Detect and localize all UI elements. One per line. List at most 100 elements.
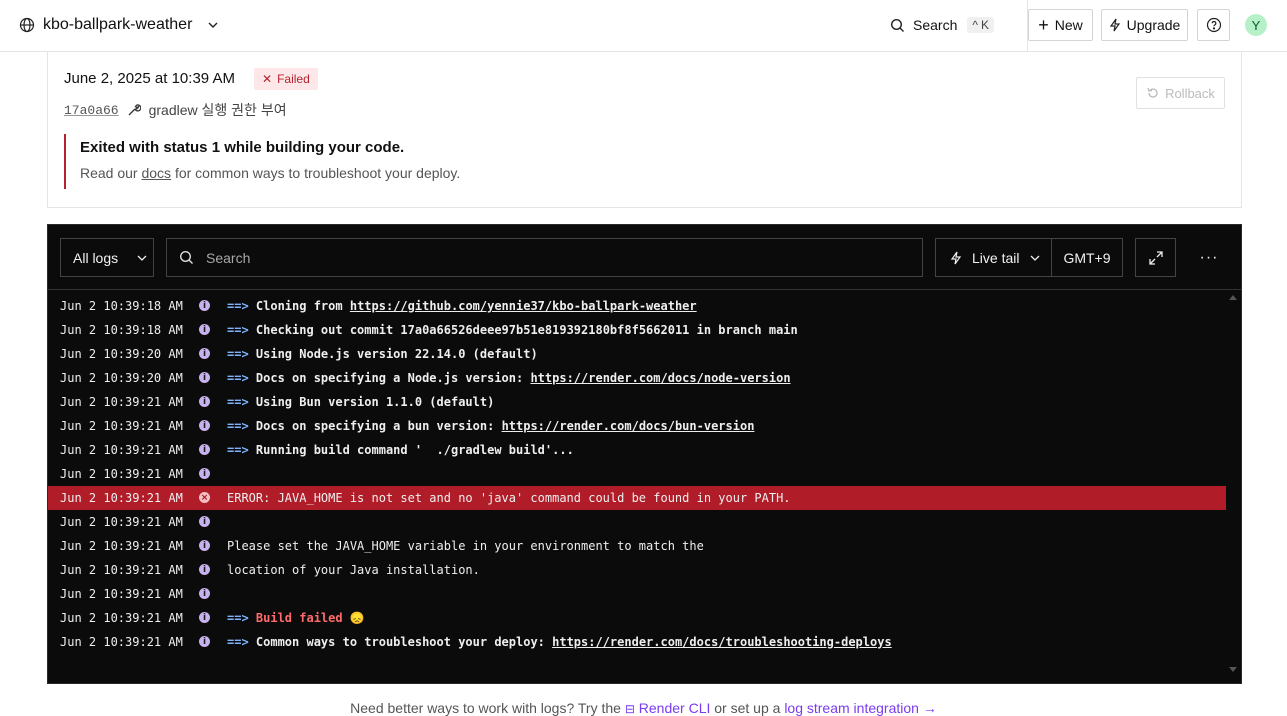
log-toolbar: All logs Search Live tail GMT+9 ··· <box>48 225 1241 290</box>
help-button[interactable] <box>1197 9 1230 41</box>
log-timestamp: Jun 2 10:39:21 AM <box>60 635 183 649</box>
deploy-datetime: June 2, 2025 at 10:39 AM <box>64 70 235 87</box>
wrench-icon <box>128 104 141 116</box>
log-line: Jun 2 10:39:21 AM i ==> Running build comm… <box>48 438 1241 462</box>
timezone-button[interactable]: GMT+9 <box>1052 250 1122 266</box>
status-badge: ✕ Failed <box>254 68 318 90</box>
log-timestamp: Jun 2 10:39:21 AM <box>60 611 183 625</box>
log-lines: Jun 2 10:39:18 AM i ==> Cloning from https… <box>48 294 1241 654</box>
log-panel: All logs Search Live tail GMT+9 ··· Jun … <box>47 224 1242 684</box>
log-link[interactable]: https://github.com/yennie37/kbo-ballpark… <box>350 299 697 313</box>
commit-hash-link[interactable]: 17a0a66 <box>64 103 119 118</box>
info-icon: i <box>199 468 210 479</box>
live-tail-button[interactable]: Live tail <box>936 239 1052 276</box>
search-shortcut: ^ K <box>967 17 995 33</box>
log-line: Jun 2 10:39:18 AM i ==> Checking out commi… <box>48 318 1241 342</box>
log-line: Jun 2 10:39:21 AM i <box>48 510 1241 534</box>
log-line: Jun 2 10:39:21 AM i ==> Using Bun version … <box>48 390 1241 414</box>
log-line: Jun 2 10:39:18 AM i ==> Cloning from https… <box>48 294 1241 318</box>
log-timestamp: Jun 2 10:39:21 AM <box>60 491 183 505</box>
log-search-placeholder: Search <box>206 249 251 266</box>
log-arrow: ==> <box>227 395 249 409</box>
new-button[interactable]: + New <box>1028 9 1093 41</box>
log-filter-select[interactable]: All logs <box>60 238 154 277</box>
log-link[interactable]: https://render.com/docs/node-version <box>530 371 790 385</box>
error-title: Exited with status 1 while building your… <box>80 139 405 156</box>
log-filter-label: All logs <box>73 249 119 266</box>
close-icon: ✕ <box>262 72 273 86</box>
upgrade-button[interactable]: Upgrade <box>1101 9 1188 41</box>
live-tail-control: Live tail GMT+9 <box>935 238 1123 277</box>
render-cli-label: Render CLI <box>638 700 711 716</box>
more-options-button[interactable]: ··· <box>1188 238 1230 277</box>
info-icon: i <box>199 636 210 647</box>
log-link[interactable]: https://render.com/docs/troubleshooting-… <box>552 635 892 649</box>
log-line: Jun 2 10:39:21 AM i <box>48 582 1241 606</box>
log-text: Checking out commit 17a0a66526deee97b51e… <box>248 323 798 337</box>
error-desc-suffix: for common ways to troubleshoot your dep… <box>171 165 461 181</box>
expand-icon <box>1148 250 1163 265</box>
log-arrow: ==> <box>227 611 249 625</box>
log-timestamp: Jun 2 10:39:21 AM <box>60 443 183 457</box>
control-key-icon: ^ <box>972 18 978 32</box>
log-timestamp: Jun 2 10:39:20 AM <box>60 371 183 385</box>
info-icon: i <box>199 588 210 599</box>
info-icon: i <box>199 348 210 359</box>
project-switcher[interactable]: kbo-ballpark-weather <box>19 12 220 38</box>
log-line: Jun 2 10:39:21 AM i location of your Java … <box>48 558 1241 582</box>
search-label: Search <box>913 17 958 33</box>
global-search-button[interactable]: Search ^ K <box>890 13 995 37</box>
log-timestamp: Jun 2 10:39:18 AM <box>60 323 183 337</box>
expand-button[interactable] <box>1135 238 1176 277</box>
rollback-icon <box>1147 87 1158 98</box>
commit-info: 17a0a66 gradlew 실행 권한 부여 <box>64 100 287 120</box>
upgrade-label: Upgrade <box>1126 17 1181 33</box>
shortcut-key: K <box>981 18 990 32</box>
error-description: Read our docs for common ways to trouble… <box>80 165 564 181</box>
log-message: Please set the JAVA_HOME variable in you… <box>227 539 704 553</box>
log-message: ==> Build failed 😞 <box>227 611 365 625</box>
scroll-down-arrow[interactable] <box>1229 667 1237 672</box>
log-text: Running build command ' ./gradlew build'… <box>248 443 574 457</box>
log-line: Jun 2 10:39:21 AM i ==> Common ways to tro… <box>48 630 1241 654</box>
log-link[interactable]: https://render.com/docs/bun-version <box>502 419 755 433</box>
project-name: kbo-ballpark-weather <box>43 16 193 33</box>
log-timestamp: Jun 2 10:39:21 AM <box>60 587 183 601</box>
info-icon: i <box>199 324 210 335</box>
info-icon: i <box>199 540 210 551</box>
docs-link[interactable]: docs <box>141 165 171 181</box>
log-text: Build failed 😞 <box>248 611 365 625</box>
render-cli-link[interactable]: ⊟ Render CLI <box>625 700 711 716</box>
log-line: Jun 2 10:39:21 AM i <box>48 462 1241 486</box>
commit-message: gradlew 실행 권한 부여 <box>148 102 287 118</box>
log-stream-link[interactable]: log stream integration → <box>784 700 937 716</box>
chevron-down-icon <box>208 22 218 28</box>
log-search-input[interactable]: Search <box>166 238 923 277</box>
log-message: ==> Common ways to troubleshoot your dep… <box>227 635 892 649</box>
log-arrow: ==> <box>227 347 249 361</box>
log-arrow: ==> <box>227 443 249 457</box>
log-message: ==> Using Node.js version 22.14.0 (defau… <box>227 347 538 361</box>
log-timestamp: Jun 2 10:39:21 AM <box>60 467 183 481</box>
log-arrow: ==> <box>227 299 249 313</box>
avatar[interactable]: Y <box>1245 14 1267 36</box>
terminal-icon: ⊟ <box>624 702 635 716</box>
log-timestamp: Jun 2 10:39:21 AM <box>60 563 183 577</box>
log-text: Using Bun version 1.1.0 (default) <box>248 395 495 409</box>
bolt-icon <box>950 251 962 264</box>
rollback-button[interactable]: Rollback <box>1136 77 1225 109</box>
plus-icon: + <box>1038 15 1049 35</box>
log-text: Using Node.js version 22.14.0 (default) <box>248 347 538 361</box>
info-icon: i <box>199 396 210 407</box>
info-icon: i <box>199 372 210 383</box>
log-timestamp: Jun 2 10:39:21 AM <box>60 419 183 433</box>
log-line: Jun 2 10:39:20 AM i ==> Docs on specifying… <box>48 366 1241 390</box>
search-icon <box>179 250 193 264</box>
log-line: Jun 2 10:39:20 AM i ==> Using Node.js vers… <box>48 342 1241 366</box>
log-text: Common ways to troubleshoot your deploy: <box>248 635 553 649</box>
help-icon <box>1206 17 1221 33</box>
log-timestamp: Jun 2 10:39:21 AM <box>60 515 183 529</box>
new-label: New <box>1054 17 1083 33</box>
log-timestamp: Jun 2 10:39:18 AM <box>60 299 183 313</box>
info-icon: i <box>199 516 210 527</box>
